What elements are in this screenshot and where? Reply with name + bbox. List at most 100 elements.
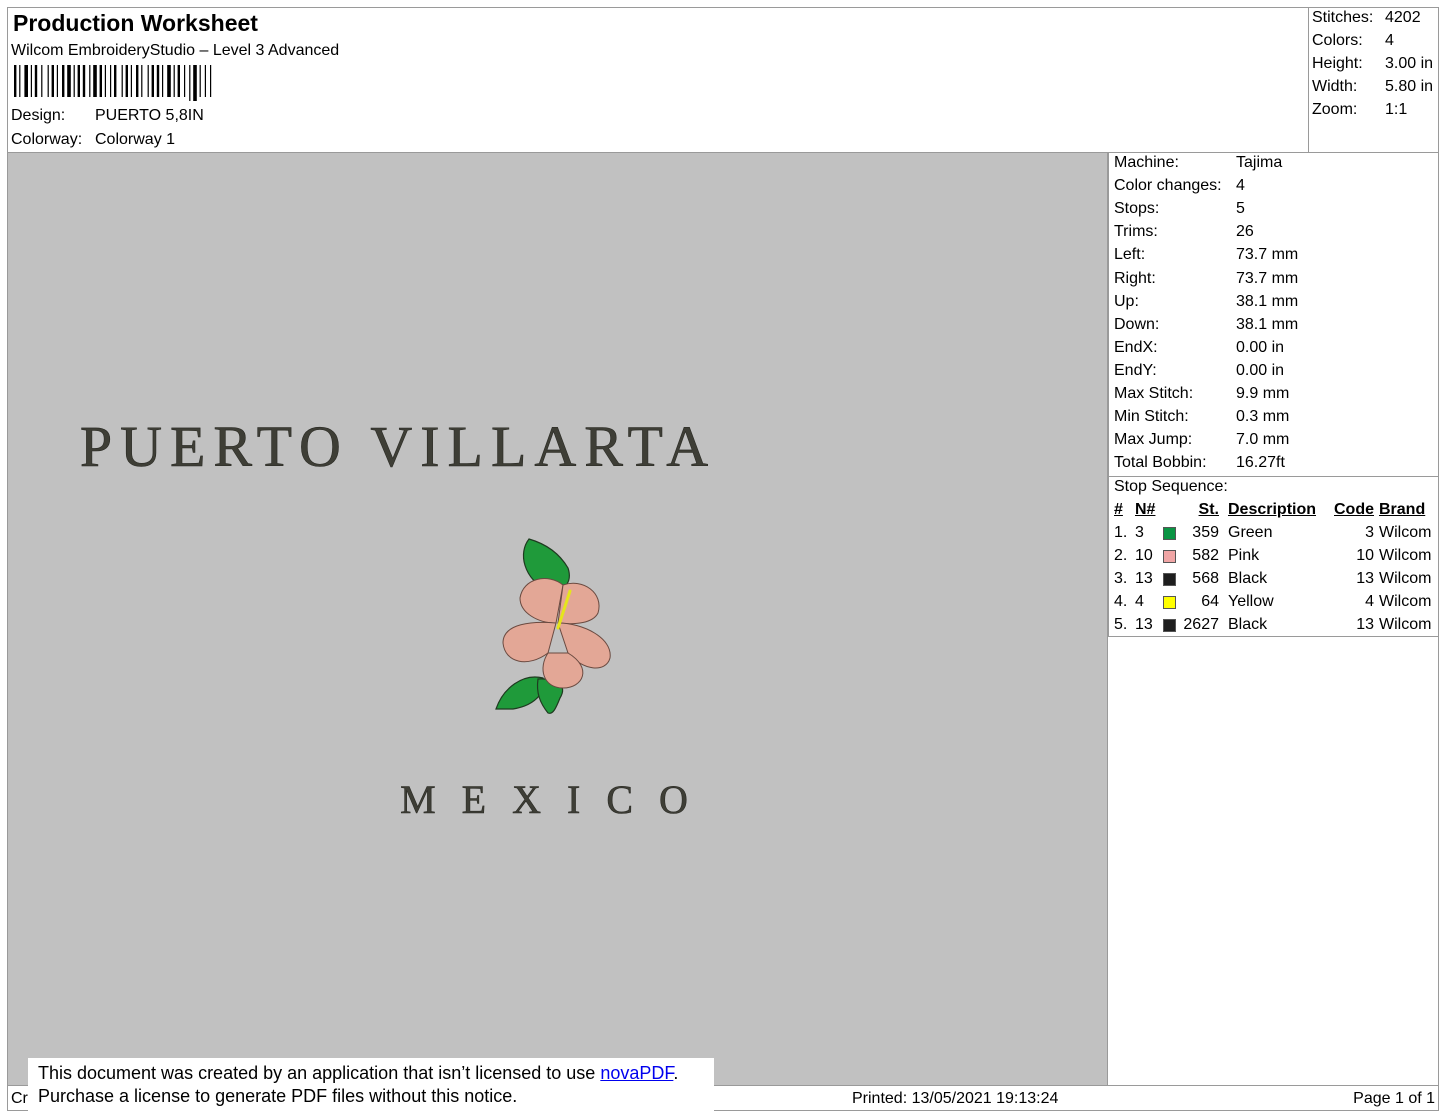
machine-info-row: Total Bobbin: 16.27ft	[1114, 454, 1285, 472]
col-header-description: Description	[1228, 501, 1317, 518]
stop-brand: Wilcom	[1379, 570, 1432, 587]
stat-label: Colors:	[1312, 32, 1363, 49]
notice-line1: This document was created by an applicat…	[38, 1062, 714, 1085]
stop-needle: 4	[1135, 593, 1144, 610]
stop-brand: Wilcom	[1379, 547, 1432, 564]
barcode-bar	[125, 65, 128, 97]
barcode-bar	[210, 65, 212, 97]
machine-info-row: EndY: 0.00 in	[1114, 362, 1284, 380]
notice-period: .	[673, 1063, 679, 1083]
stop-stitches: 2627	[1183, 616, 1219, 633]
machine-info-row: Stops: 5	[1114, 200, 1245, 218]
stop-needle: 13	[1135, 570, 1153, 587]
stop-num: 5.	[1114, 616, 1128, 633]
stop-brand: Wilcom	[1379, 593, 1432, 610]
barcode-bar	[47, 65, 49, 97]
machine-info-label: Color changes:	[1114, 177, 1222, 195]
stop-sequence-section: Stop Sequence: # N# St. Description Code…	[1108, 477, 1439, 637]
barcode-bar	[141, 65, 143, 97]
zoom-row: Zoom: 1:1	[1312, 101, 1407, 119]
details-panel: Machine: Tajima Color changes: 4 Stops: 5 Trim…	[1108, 152, 1439, 1086]
machine-info-value: 0.3 mm	[1236, 408, 1290, 426]
machine-info-label: Total Bobbin:	[1114, 454, 1207, 472]
machine-info-label: EndX:	[1114, 338, 1158, 356]
machine-info-label: Stops:	[1114, 200, 1160, 218]
barcode-bar	[173, 65, 175, 97]
barcode-bar	[34, 65, 38, 97]
stat-label: Height:	[1312, 55, 1363, 72]
thread-color-swatch	[1163, 619, 1176, 632]
barcode-image	[14, 65, 212, 101]
stitches-row: Stitches: 4202	[1312, 9, 1421, 27]
embroidery-text-line1: PUERTO VILLARTA	[80, 414, 716, 479]
colorway-row: Colorway: Colorway 1	[11, 131, 175, 149]
notice-text: This document was created by an applicat…	[38, 1063, 601, 1083]
machine-info-value: 9.9 mm	[1236, 385, 1290, 402]
petal-shape	[557, 582, 600, 625]
stop-brand: Wilcom	[1379, 524, 1432, 541]
stop-needle: 10	[1135, 547, 1153, 564]
stop-description: Black	[1228, 616, 1268, 633]
height-row: Height: 3.00 in	[1312, 55, 1433, 73]
machine-info-section: Machine: Tajima Color changes: 4 Stops: 5 Trim…	[1108, 153, 1439, 477]
machine-info-value: Tajima	[1236, 154, 1283, 171]
machine-info-label: Right:	[1114, 269, 1156, 287]
header-stats-box: Stitches: 4202 Colors: 4 Height: 3.00 in Wi…	[1308, 8, 1440, 153]
machine-info-value: 73.7 mm	[1236, 246, 1299, 264]
stat-value: 4	[1385, 32, 1394, 49]
license-notice: This document was created by an applicat…	[28, 1058, 714, 1111]
stop-sequence-title: Stop Sequence:	[1114, 478, 1228, 495]
stop-brand: Wilcom	[1379, 616, 1432, 633]
colors-row: Colors: 4	[1312, 32, 1394, 50]
petal-shape	[519, 578, 564, 624]
machine-info-row: Machine: Tajima	[1114, 154, 1282, 172]
stop-description: Black	[1228, 570, 1268, 587]
barcode-bar	[147, 65, 149, 97]
col-header-num: #	[1114, 501, 1123, 518]
worksheet-title: Production Worksheet	[13, 10, 258, 36]
machine-info-label: Min Stitch:	[1114, 408, 1189, 426]
stop-description: Yellow	[1228, 593, 1274, 610]
stat-value: 3.00 in	[1385, 55, 1434, 72]
barcode-bar	[104, 65, 106, 97]
col-header-brand: Brand	[1379, 501, 1426, 518]
machine-info-row: EndX: 0.00 in	[1114, 339, 1284, 357]
bottom-leaf-shape	[495, 676, 545, 710]
machine-info-value: 0.00 in	[1236, 361, 1285, 379]
barcode-bar	[24, 65, 28, 97]
stat-value: 5.80 in	[1385, 78, 1434, 95]
machine-info-label: Max Stitch:	[1114, 385, 1194, 402]
worksheet-header: Production Worksheet Wilcom EmbroiderySt…	[7, 7, 1440, 153]
machine-info-value: 38.1 mm	[1236, 292, 1299, 310]
machine-info-row: Min Stitch: 0.3 mm	[1114, 408, 1289, 426]
stat-value: 1:1	[1385, 101, 1408, 118]
novapdf-link[interactable]: novaPDF	[600, 1063, 673, 1083]
stop-code: 4	[1365, 593, 1374, 610]
machine-info-label: Down:	[1114, 315, 1160, 333]
machine-info-value: 73.7 mm	[1236, 269, 1299, 287]
barcode-bar	[162, 65, 164, 97]
barcode-bar	[110, 65, 112, 97]
stop-stitches: 359	[1192, 524, 1219, 541]
barcode-bar	[130, 65, 132, 97]
stop-num: 2.	[1114, 547, 1128, 564]
machine-info-row: Color changes: 4	[1114, 177, 1245, 195]
col-header-stitches: St.	[1198, 501, 1219, 518]
machine-info-label: Machine:	[1114, 154, 1179, 171]
barcode-bar	[136, 65, 139, 97]
embroidery-text-line2: MEXICO	[400, 777, 714, 822]
barcode-bar	[93, 65, 97, 97]
stop-code: 3	[1365, 524, 1374, 541]
col-header-code: Code	[1334, 501, 1374, 518]
stop-description: Pink	[1228, 547, 1260, 564]
barcode-bar	[14, 65, 17, 97]
machine-info-value: 16.27ft	[1236, 454, 1285, 472]
barcode-bar	[51, 65, 54, 97]
barcode-bar	[62, 65, 65, 97]
barcode-bar	[199, 65, 201, 97]
design-label: Design:	[11, 107, 66, 124]
stat-value: 4202	[1385, 9, 1421, 26]
barcode-bar	[184, 65, 186, 97]
thread-color-swatch	[1163, 596, 1176, 609]
stop-code: 13	[1356, 570, 1374, 587]
